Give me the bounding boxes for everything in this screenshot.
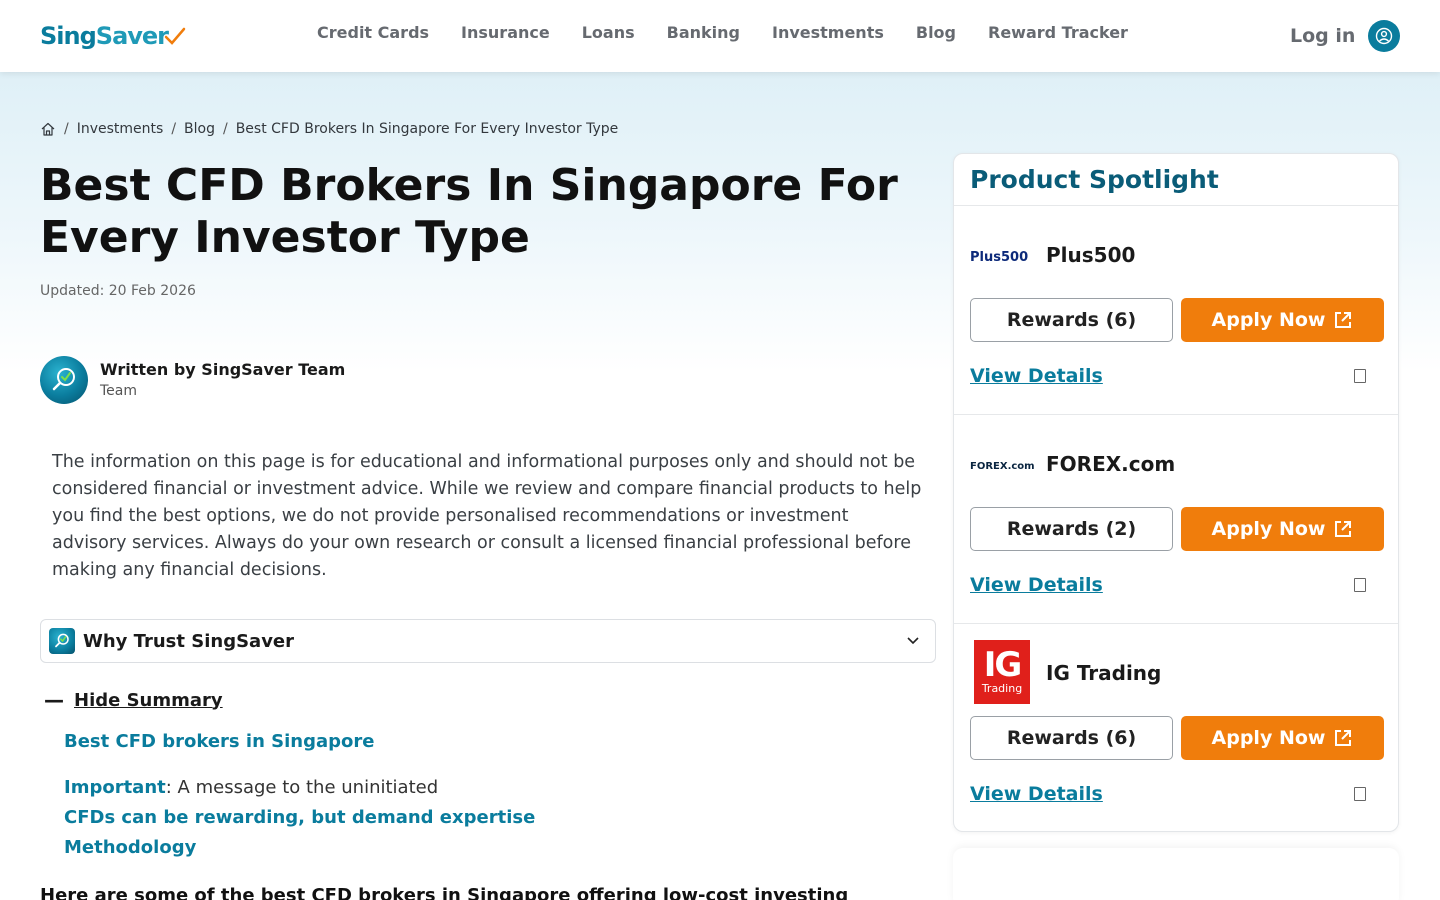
summary-link-best-cfd[interactable]: Best CFD brokers in Singapore bbox=[64, 730, 535, 754]
svg-text:FOREX.com: FOREX.com bbox=[970, 461, 1034, 472]
nav-credit-cards[interactable]: Credit Cards bbox=[317, 22, 429, 44]
site-header: Sing Saver Credit Cards Insurance Loans B… bbox=[0, 0, 1440, 72]
rewards-button[interactable]: Rewards (2) bbox=[970, 507, 1173, 551]
updated-date: Updated: 20 Feb 2026 bbox=[40, 283, 196, 299]
nav-reward-tracker[interactable]: Reward Tracker bbox=[988, 22, 1128, 44]
product-card-plus500: Plus500 Plus500 Rewards (6) Apply Now Vi… bbox=[954, 206, 1398, 415]
why-trust-accordion[interactable]: Why Trust SingSaver bbox=[40, 619, 936, 663]
summary-item-important: Important: A message to the uninitiated bbox=[64, 777, 439, 798]
breadcrumb: / Investments / Blog / Best CFD Brokers … bbox=[40, 119, 618, 139]
compare-checkbox[interactable] bbox=[1354, 369, 1366, 383]
singsaver-logo[interactable]: Sing Saver bbox=[40, 20, 186, 52]
external-link-icon bbox=[1335, 312, 1352, 328]
summary-link-cfds-rewarding[interactable]: CFDs can be rewarding, but demand expert… bbox=[64, 806, 535, 830]
page-title: Best CFD Brokers In Singapore For Every … bbox=[40, 160, 898, 263]
compare-checkbox[interactable] bbox=[1354, 787, 1366, 801]
nav-loans[interactable]: Loans bbox=[582, 22, 635, 44]
nav-investments[interactable]: Investments bbox=[772, 22, 884, 44]
intro-heading: Here are some of the best CFD brokers in… bbox=[40, 885, 849, 900]
apply-now-button[interactable]: Apply Now bbox=[1181, 298, 1384, 342]
main-content: / Investments / Blog / Best CFD Brokers … bbox=[0, 0, 1440, 900]
logo-check-icon bbox=[164, 27, 186, 45]
summary-link-important[interactable]: Important bbox=[64, 777, 166, 798]
svg-text:Plus500: Plus500 bbox=[970, 250, 1028, 265]
product-card-forex: FOREX.com FOREX.com Rewards (2) Apply No… bbox=[954, 415, 1398, 624]
view-details-link[interactable]: View Details bbox=[970, 782, 1103, 806]
why-trust-label: Why Trust SingSaver bbox=[83, 630, 295, 652]
forex-logo: FOREX.com bbox=[970, 445, 1034, 485]
view-details-link[interactable]: View Details bbox=[970, 364, 1103, 388]
product-card-ig: IG Trading IG Trading Rewards (6) Apply … bbox=[954, 624, 1398, 831]
breadcrumb-investments[interactable]: Investments bbox=[77, 119, 164, 139]
apply-now-button[interactable]: Apply Now bbox=[1181, 507, 1384, 551]
author-avatar bbox=[40, 356, 88, 404]
rewards-button[interactable]: Rewards (6) bbox=[970, 716, 1173, 760]
compare-checkbox[interactable] bbox=[1354, 578, 1366, 592]
ig-trading-logo: IG Trading bbox=[974, 640, 1030, 704]
view-details-link[interactable]: View Details bbox=[970, 573, 1103, 597]
user-icon bbox=[1375, 27, 1393, 45]
main-nav: Credit Cards Insurance Loans Banking Inv… bbox=[317, 22, 1160, 44]
summary-link-methodology[interactable]: Methodology bbox=[64, 836, 535, 860]
product-name: Plus500 bbox=[1046, 243, 1136, 267]
nav-insurance[interactable]: Insurance bbox=[461, 22, 550, 44]
plus500-logo: Plus500 bbox=[970, 236, 1034, 276]
trust-badge-icon bbox=[49, 628, 75, 654]
breadcrumb-current: Best CFD Brokers In Singapore For Every … bbox=[235, 121, 619, 137]
author-name[interactable]: Written by SingSaver Team bbox=[100, 360, 345, 380]
product-name: IG Trading bbox=[1046, 661, 1162, 685]
user-account-button[interactable] bbox=[1368, 20, 1400, 52]
product-spotlight: Product Spotlight Plus500 Plus500 Reward… bbox=[953, 153, 1399, 832]
minus-icon: — bbox=[44, 688, 64, 712]
rewards-button[interactable]: Rewards (6) bbox=[970, 298, 1173, 342]
spotlight-title: Product Spotlight bbox=[954, 154, 1398, 206]
product-name: FOREX.com bbox=[1046, 452, 1176, 476]
home-icon[interactable] bbox=[40, 121, 56, 137]
nav-blog[interactable]: Blog bbox=[916, 22, 956, 44]
chevron-down-icon bbox=[907, 637, 919, 645]
apply-now-button[interactable]: Apply Now bbox=[1181, 716, 1384, 760]
summary-list: Best CFD brokers in Singapore Important:… bbox=[64, 730, 535, 860]
external-link-icon bbox=[1335, 521, 1352, 537]
external-link-icon bbox=[1335, 730, 1352, 746]
hide-summary-toggle[interactable]: — Hide Summary bbox=[44, 688, 223, 712]
author-role: Team bbox=[100, 383, 138, 399]
login-link[interactable]: Log in bbox=[1290, 24, 1355, 48]
magnifier-check-icon bbox=[52, 368, 75, 391]
breadcrumb-blog[interactable]: Blog bbox=[184, 119, 215, 139]
nav-banking[interactable]: Banking bbox=[667, 22, 740, 44]
disclaimer-text: The information on this page is for educ… bbox=[52, 452, 922, 580]
next-sidebar-card bbox=[953, 848, 1399, 900]
